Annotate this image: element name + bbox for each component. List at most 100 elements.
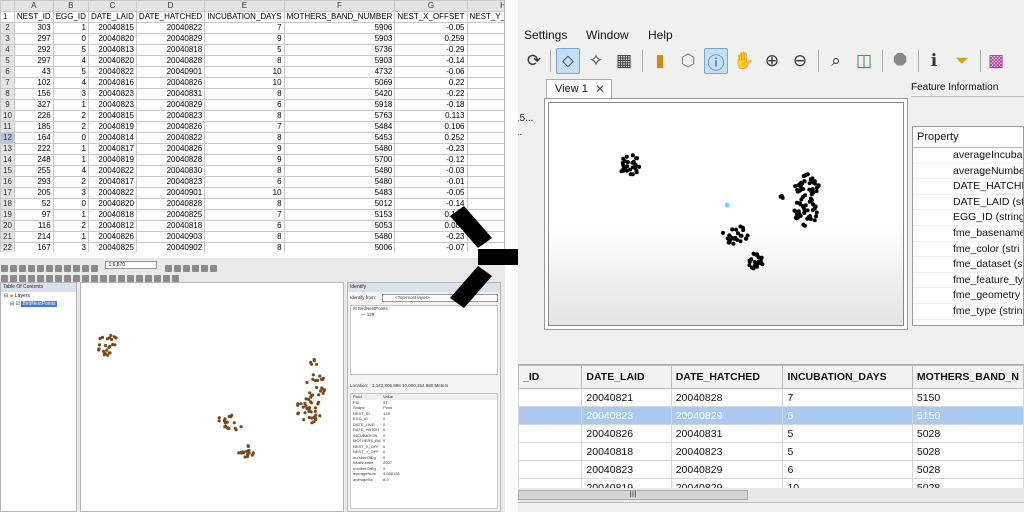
close-icon[interactable]: ✕	[595, 82, 605, 96]
row-header[interactable]: 12	[0, 132, 15, 144]
cell[interactable]: 20040822	[87, 66, 137, 78]
cell[interactable]: 4	[52, 77, 89, 89]
scale-box[interactable]: 1:6,870	[105, 261, 158, 269]
cell[interactable]: 5420	[283, 88, 396, 100]
cell[interactable]: 8	[204, 231, 285, 243]
column-header[interactable]: INCUBATION_DAYS	[782, 365, 913, 389]
cell[interactable]: 5906	[283, 22, 396, 34]
row-header[interactable]: 10	[0, 110, 15, 122]
cell[interactable]: 0.273	[466, 132, 504, 144]
property-row[interactable]: averageIncuba	[913, 148, 1023, 164]
zoom-in-icon[interactable]: ⊕	[760, 48, 784, 74]
cell[interactable]: 5480	[283, 143, 396, 155]
cell[interactable]: 0.099	[466, 165, 504, 177]
nest-point[interactable]	[733, 235, 738, 240]
cell[interactable]: 3	[52, 88, 89, 100]
nest-point[interactable]	[751, 266, 756, 271]
nest-point[interactable]	[301, 405, 305, 409]
nest-point[interactable]	[810, 208, 815, 213]
table-cell[interactable]: 20040829	[670, 406, 784, 425]
cell[interactable]: 20040816	[87, 77, 137, 89]
nest-point[interactable]	[217, 419, 221, 423]
nest-point[interactable]	[758, 259, 763, 263]
row-header[interactable]: 3	[0, 33, 15, 45]
cell[interactable]: 20040901	[135, 187, 206, 199]
cell[interactable]: 116	[13, 220, 54, 232]
nest-point[interactable]	[227, 426, 231, 431]
nest-point[interactable]	[315, 362, 319, 366]
table-cell[interactable]: 5150	[911, 406, 1024, 425]
nest-point[interactable]	[313, 378, 317, 383]
cell[interactable]: -0.03	[466, 33, 504, 45]
cell[interactable]: 20040818	[135, 44, 206, 56]
measure-ruler-icon[interactable]: ▮	[648, 48, 672, 74]
cell[interactable]: -0.06	[394, 66, 468, 78]
table-cell[interactable]: 5	[782, 424, 913, 443]
cell[interactable]: 5903	[283, 33, 396, 45]
cell[interactable]: 5012	[283, 198, 396, 210]
cell[interactable]: 20040820	[87, 33, 137, 45]
cell[interactable]: 1	[52, 209, 89, 221]
nest-point[interactable]	[731, 241, 736, 246]
cell[interactable]: 20040829	[135, 33, 206, 45]
cell[interactable]: 0.182	[466, 143, 504, 155]
nest-point[interactable]	[110, 337, 114, 342]
cell[interactable]: 20040826	[135, 143, 206, 155]
cell[interactable]: 297	[13, 33, 54, 45]
column-header[interactable]: E	[204, 0, 285, 12]
table-cell[interactable]: 20040826	[581, 424, 672, 443]
nest-point[interactable]	[316, 402, 320, 406]
cell[interactable]: 5480	[283, 231, 396, 243]
row-header[interactable]: 6	[0, 66, 15, 78]
table-cell[interactable]: 20040823	[581, 460, 672, 479]
cell[interactable]: 3	[52, 187, 89, 199]
cell[interactable]: 20040817	[87, 143, 137, 155]
property-row[interactable]: fme_basename	[913, 226, 1023, 242]
measure-icon[interactable]	[136, 275, 143, 282]
table-view-icon[interactable]: ▦	[612, 48, 636, 74]
cell[interactable]: -0.12	[394, 154, 468, 166]
nest-point[interactable]	[808, 217, 813, 221]
zoom-in-icon[interactable]	[1, 275, 8, 282]
table-row[interactable]: 20040819 20040829 10 5028	[518, 478, 1024, 488]
column-header[interactable]: DATE_LAID	[581, 365, 672, 389]
nest-point[interactable]	[628, 167, 633, 172]
cell[interactable]: 167	[13, 242, 54, 252]
row-header[interactable]: 4	[0, 44, 15, 56]
table-row[interactable]: 20040821 20040828 7 5150	[518, 388, 1024, 407]
cell[interactable]: 6	[204, 99, 285, 111]
cell[interactable]: 20040812	[87, 220, 137, 232]
cell[interactable]: 8	[204, 132, 285, 144]
table-cell[interactable]: 6	[782, 460, 913, 479]
field-name-cell[interactable]: DATE_LAID	[87, 11, 137, 23]
nest-point[interactable]	[624, 154, 629, 159]
cell[interactable]: 0.002	[466, 176, 504, 188]
cell[interactable]: 20040820	[87, 198, 137, 210]
cell[interactable]: 43	[13, 66, 54, 78]
nest-point[interactable]	[743, 236, 748, 241]
cell[interactable]: 20040902	[135, 242, 206, 252]
cell[interactable]: 8	[204, 88, 285, 100]
cell[interactable]: 20040822	[135, 22, 206, 34]
cell[interactable]: 5918	[283, 99, 396, 111]
nest-point[interactable]	[321, 391, 325, 395]
nest-point[interactable]	[299, 402, 303, 406]
cell[interactable]: 5	[204, 44, 285, 56]
cell[interactable]: 20040830	[135, 165, 206, 177]
select-features-icon[interactable]: ✧	[584, 48, 608, 74]
cell[interactable]: 0	[52, 132, 89, 144]
nest-point[interactable]	[620, 160, 625, 165]
nest-point[interactable]	[808, 188, 813, 193]
cell[interactable]: -0.18	[394, 99, 468, 111]
cell[interactable]: 185	[13, 121, 54, 133]
property-row[interactable]: DATE_HATCHE	[913, 179, 1023, 195]
nest-point[interactable]	[313, 406, 317, 410]
cell[interactable]: 20040819	[87, 154, 137, 166]
cell[interactable]: 20040814	[87, 132, 137, 144]
table-cell[interactable]	[518, 460, 583, 479]
cell[interactable]: 20040903	[135, 231, 206, 243]
table-cell[interactable]: 20040823	[670, 442, 784, 461]
zoom-extents-icon[interactable]: ◫	[852, 48, 876, 74]
fme-points-layer[interactable]	[549, 103, 903, 325]
cell[interactable]: 8	[204, 55, 285, 67]
